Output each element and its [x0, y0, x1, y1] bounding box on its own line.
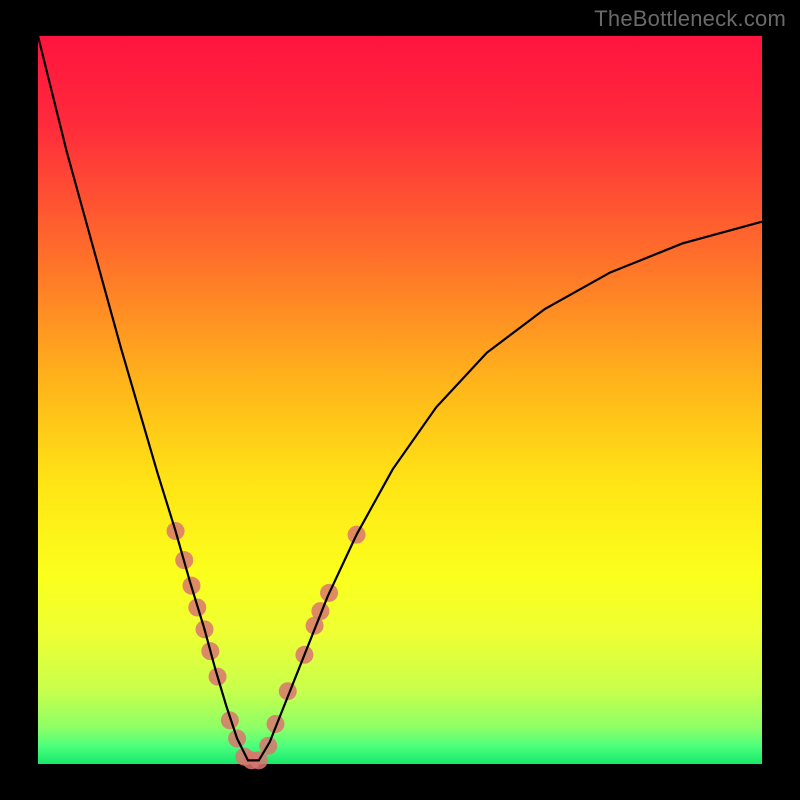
- plot-area: [38, 36, 762, 764]
- chart-svg: [0, 0, 800, 800]
- watermark-label: TheBottleneck.com: [594, 6, 786, 32]
- chart-container: TheBottleneck.com: [0, 0, 800, 800]
